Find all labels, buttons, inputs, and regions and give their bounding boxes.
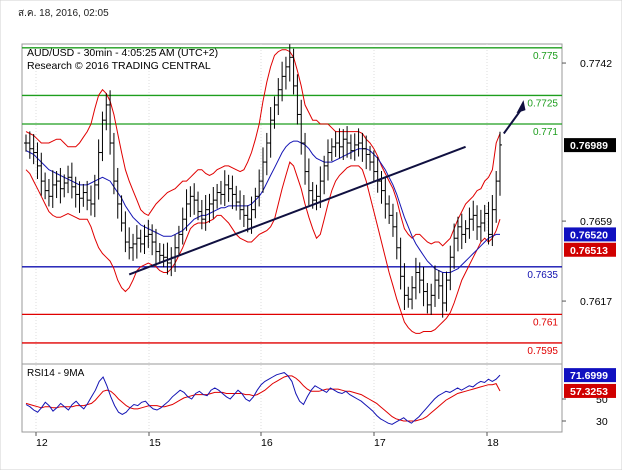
level-line-label: 0.7725 [527,98,558,109]
price-tick-label: 0.7742 [580,58,612,70]
price-badge-label: 0.76513 [570,245,608,257]
level-line-label: 0.7635 [527,270,558,281]
x-tick-label: 16 [261,437,273,449]
chart-subtitle: Research © 2016 TRADING CENTRAL [27,60,211,72]
chart-title: AUD/USD - 30min - 4:05:25 AM (UTC+2) [27,47,218,59]
rsi-badge-label: 71.6999 [570,370,608,382]
level-line-label: 0.771 [533,127,558,138]
rsi-tick-label: 30 [596,416,608,428]
price-badge-label: 0.76520 [570,229,608,241]
level-line-label: 0.761 [533,317,558,328]
price-tick-label: 0.7659 [580,216,612,228]
x-tick-label: 17 [374,437,386,449]
rsi-label: RSI14 - 9MA [27,368,85,379]
chart-figure: 0.7750.77250.7710.76350.7610.7595 503071… [0,0,622,470]
level-line-label: 0.775 [533,51,558,62]
chart-page: ส.ค. 18, 2016, 02:05 0.775 0.7725 0.771 0.7… [0,0,622,470]
rsi-badge-label: 57.3253 [570,386,608,398]
price-badge-label: 0.76989 [570,140,608,152]
price-tick-label: 0.7617 [580,296,612,308]
level-line-label: 0.7595 [527,346,558,357]
x-tick-label: 15 [149,437,161,449]
x-tick-label: 18 [487,437,499,449]
x-tick-label: 12 [36,437,48,449]
